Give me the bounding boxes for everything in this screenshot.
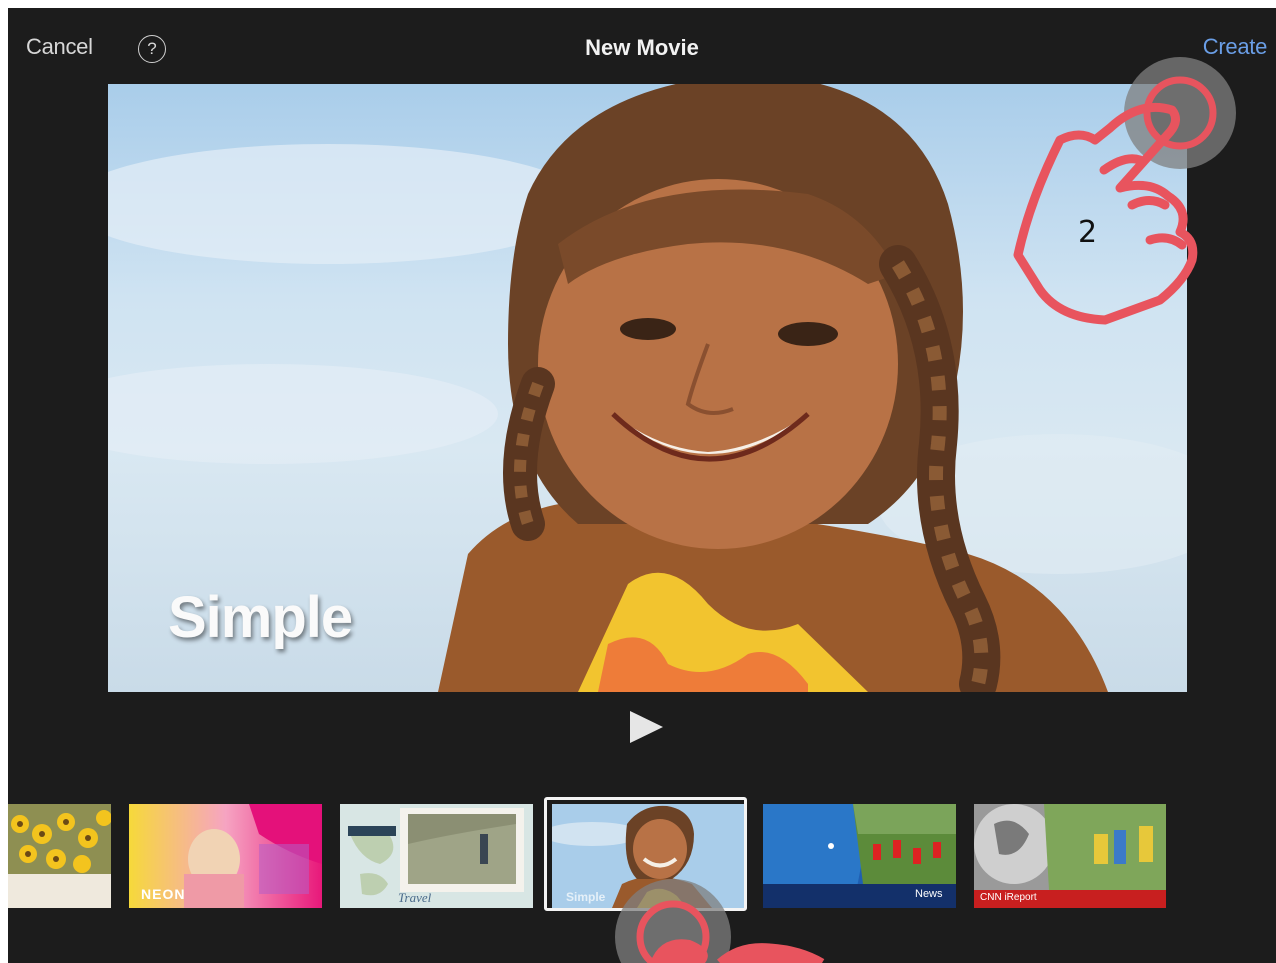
theme-label: News xyxy=(915,888,943,900)
preview-theme-title: Simple xyxy=(168,585,353,650)
theme-label: Travel xyxy=(398,890,432,905)
theme-label: CNN iReport xyxy=(980,892,1037,903)
theme-thumbnail-image xyxy=(8,804,111,908)
theme-thumbnail-image xyxy=(340,804,533,908)
step-number: 2 xyxy=(1078,215,1098,250)
play-button[interactable] xyxy=(630,711,663,743)
theme-label: NEON xyxy=(141,886,186,902)
theme-preview: Simple xyxy=(108,84,1187,692)
theme-thumbnail-neon[interactable]: NEON xyxy=(129,804,322,908)
page-title: New Movie xyxy=(585,35,699,60)
top-bar: Cancel ? New Movie Create xyxy=(8,8,1276,84)
theme-thumbnail-cnn-ireport[interactable]: CNN iReport xyxy=(974,804,1166,908)
theme-thumbnail-news[interactable]: News xyxy=(763,804,956,908)
app-window: Cancel ? New Movie Create Simple NEON Tr… xyxy=(8,8,1276,963)
create-button[interactable]: Create xyxy=(1203,34,1268,60)
theme-thumbnail-bright[interactable] xyxy=(8,804,111,908)
theme-selection-frame xyxy=(544,797,747,911)
theme-thumbnail-travel[interactable]: Travel xyxy=(340,804,533,908)
